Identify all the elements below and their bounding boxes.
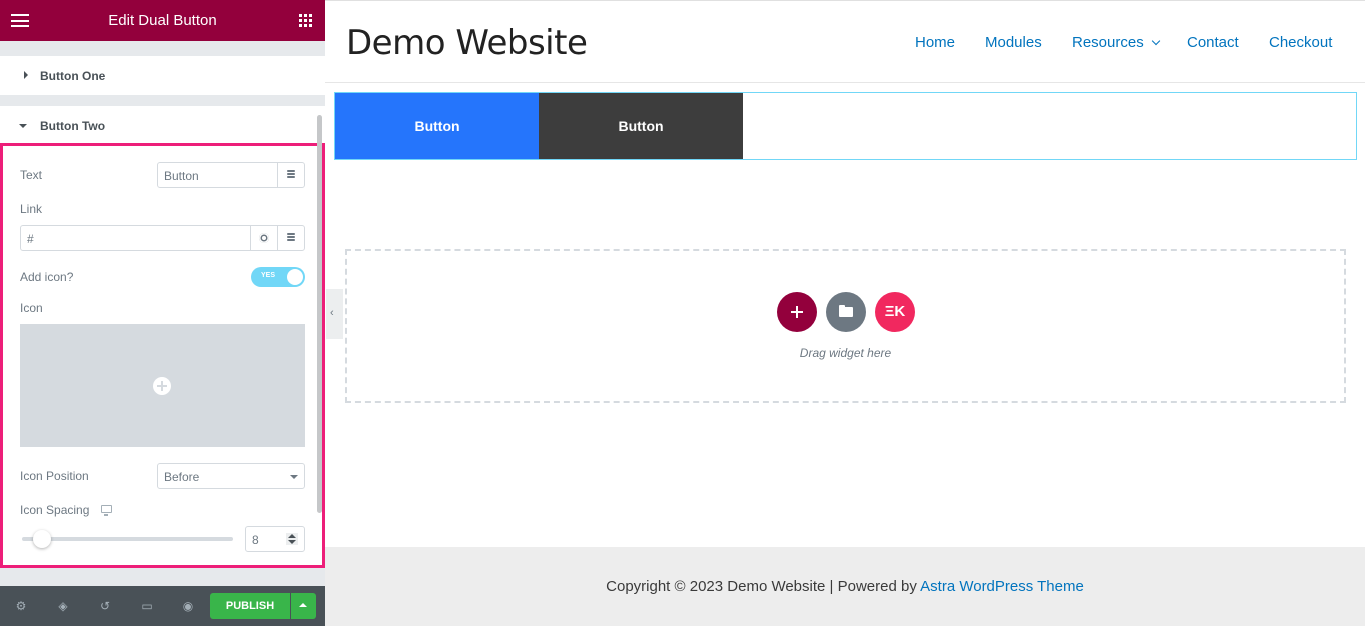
add-icon-toggle[interactable]: YES bbox=[251, 267, 305, 287]
database-icon bbox=[287, 233, 295, 243]
spinner-arrows-icon[interactable] bbox=[286, 533, 298, 545]
link-label: Link bbox=[20, 202, 43, 216]
caret-right-icon bbox=[24, 71, 28, 79]
dual-button-widget[interactable]: Button Button bbox=[334, 92, 1357, 160]
nav-resources[interactable]: Resources bbox=[1072, 34, 1160, 51]
publish-button[interactable]: PUBLISH bbox=[210, 593, 290, 619]
icon-spacing-label: Icon Spacing bbox=[20, 503, 90, 517]
panel-header: Edit Dual Button bbox=[0, 0, 325, 41]
section-button-one[interactable]: Button One bbox=[0, 56, 325, 95]
section-button-two[interactable]: Button Two bbox=[0, 106, 325, 146]
dual-button-two[interactable]: Button bbox=[539, 93, 743, 159]
nav-checkout[interactable]: Checkout bbox=[1269, 34, 1332, 51]
publish-options-button[interactable] bbox=[291, 593, 316, 619]
chevron-left-icon: ‹ bbox=[330, 307, 334, 319]
icon-picker[interactable] bbox=[20, 324, 305, 447]
caret-down-icon bbox=[19, 124, 27, 128]
drop-zone[interactable]: ΞK Drag widget here bbox=[345, 249, 1346, 403]
gear-icon bbox=[259, 233, 269, 243]
nav-contact[interactable]: Contact bbox=[1187, 34, 1239, 51]
text-label: Text bbox=[20, 168, 43, 182]
icon-position-select[interactable]: Before bbox=[157, 463, 305, 489]
text-input[interactable]: Button bbox=[157, 162, 305, 188]
section-title: Button Two bbox=[40, 119, 106, 133]
add-section-button[interactable] bbox=[777, 292, 817, 332]
preview-eye-icon[interactable]: ◉ bbox=[181, 599, 195, 613]
footer-theme-link[interactable]: Astra WordPress Theme bbox=[920, 578, 1084, 595]
add-icon-plus-icon bbox=[153, 377, 171, 395]
site-title[interactable]: Demo Website bbox=[346, 23, 588, 63]
site-footer: Copyright © 2023 Demo Website | Powered … bbox=[325, 547, 1365, 626]
icon-spacing-slider[interactable] bbox=[22, 537, 233, 541]
toggle-knob bbox=[286, 268, 304, 286]
desktop-responsive-icon[interactable] bbox=[101, 505, 112, 516]
icon-label: Icon bbox=[20, 301, 43, 315]
add-template-button[interactable] bbox=[826, 292, 866, 332]
folder-icon bbox=[839, 305, 853, 317]
site-header: Demo Website Home Modules Resources Cont… bbox=[325, 1, 1365, 83]
panel-scrollbar[interactable] bbox=[317, 115, 322, 513]
settings-icon[interactable]: ⚙ bbox=[14, 599, 28, 613]
dynamic-tags-button[interactable] bbox=[277, 163, 304, 187]
layers-icon[interactable]: ◈ bbox=[56, 599, 70, 613]
section-title: Button One bbox=[40, 69, 106, 83]
site-preview: Demo Website Home Modules Resources Cont… bbox=[325, 0, 1365, 626]
collapse-panel-button[interactable]: ‹ bbox=[326, 289, 343, 339]
elementskit-icon: ΞK bbox=[884, 303, 906, 320]
elementskit-template-button[interactable]: ΞK bbox=[875, 292, 915, 332]
icon-spacing-number-input[interactable]: 8 bbox=[245, 526, 305, 552]
database-icon bbox=[287, 170, 295, 180]
panel-title: Edit Dual Button bbox=[108, 12, 217, 29]
dynamic-tags-button[interactable] bbox=[277, 226, 304, 250]
icon-position-label: Icon Position bbox=[20, 469, 89, 483]
nav-modules[interactable]: Modules bbox=[985, 34, 1042, 51]
elementor-editor: Edit Dual Button Button One Button Two T… bbox=[0, 0, 1365, 626]
editor-panel: Edit Dual Button Button One Button Two T… bbox=[0, 0, 325, 626]
add-icon-label: Add icon? bbox=[20, 270, 74, 284]
nav-home[interactable]: Home bbox=[915, 34, 955, 51]
link-options-button[interactable] bbox=[250, 226, 277, 250]
widgets-grid-icon[interactable] bbox=[299, 14, 312, 27]
history-icon[interactable]: ↺ bbox=[98, 599, 112, 613]
footer-copyright: Copyright © 2023 Demo Website | Powered … bbox=[606, 578, 1084, 595]
drop-zone-text: Drag widget here bbox=[799, 346, 892, 360]
chevron-down-icon bbox=[290, 475, 298, 479]
dual-button-one[interactable]: Button bbox=[335, 93, 539, 159]
chevron-down-icon bbox=[1151, 36, 1160, 46]
responsive-icon[interactable]: ▭ bbox=[140, 599, 154, 613]
link-input[interactable]: # bbox=[20, 225, 305, 251]
